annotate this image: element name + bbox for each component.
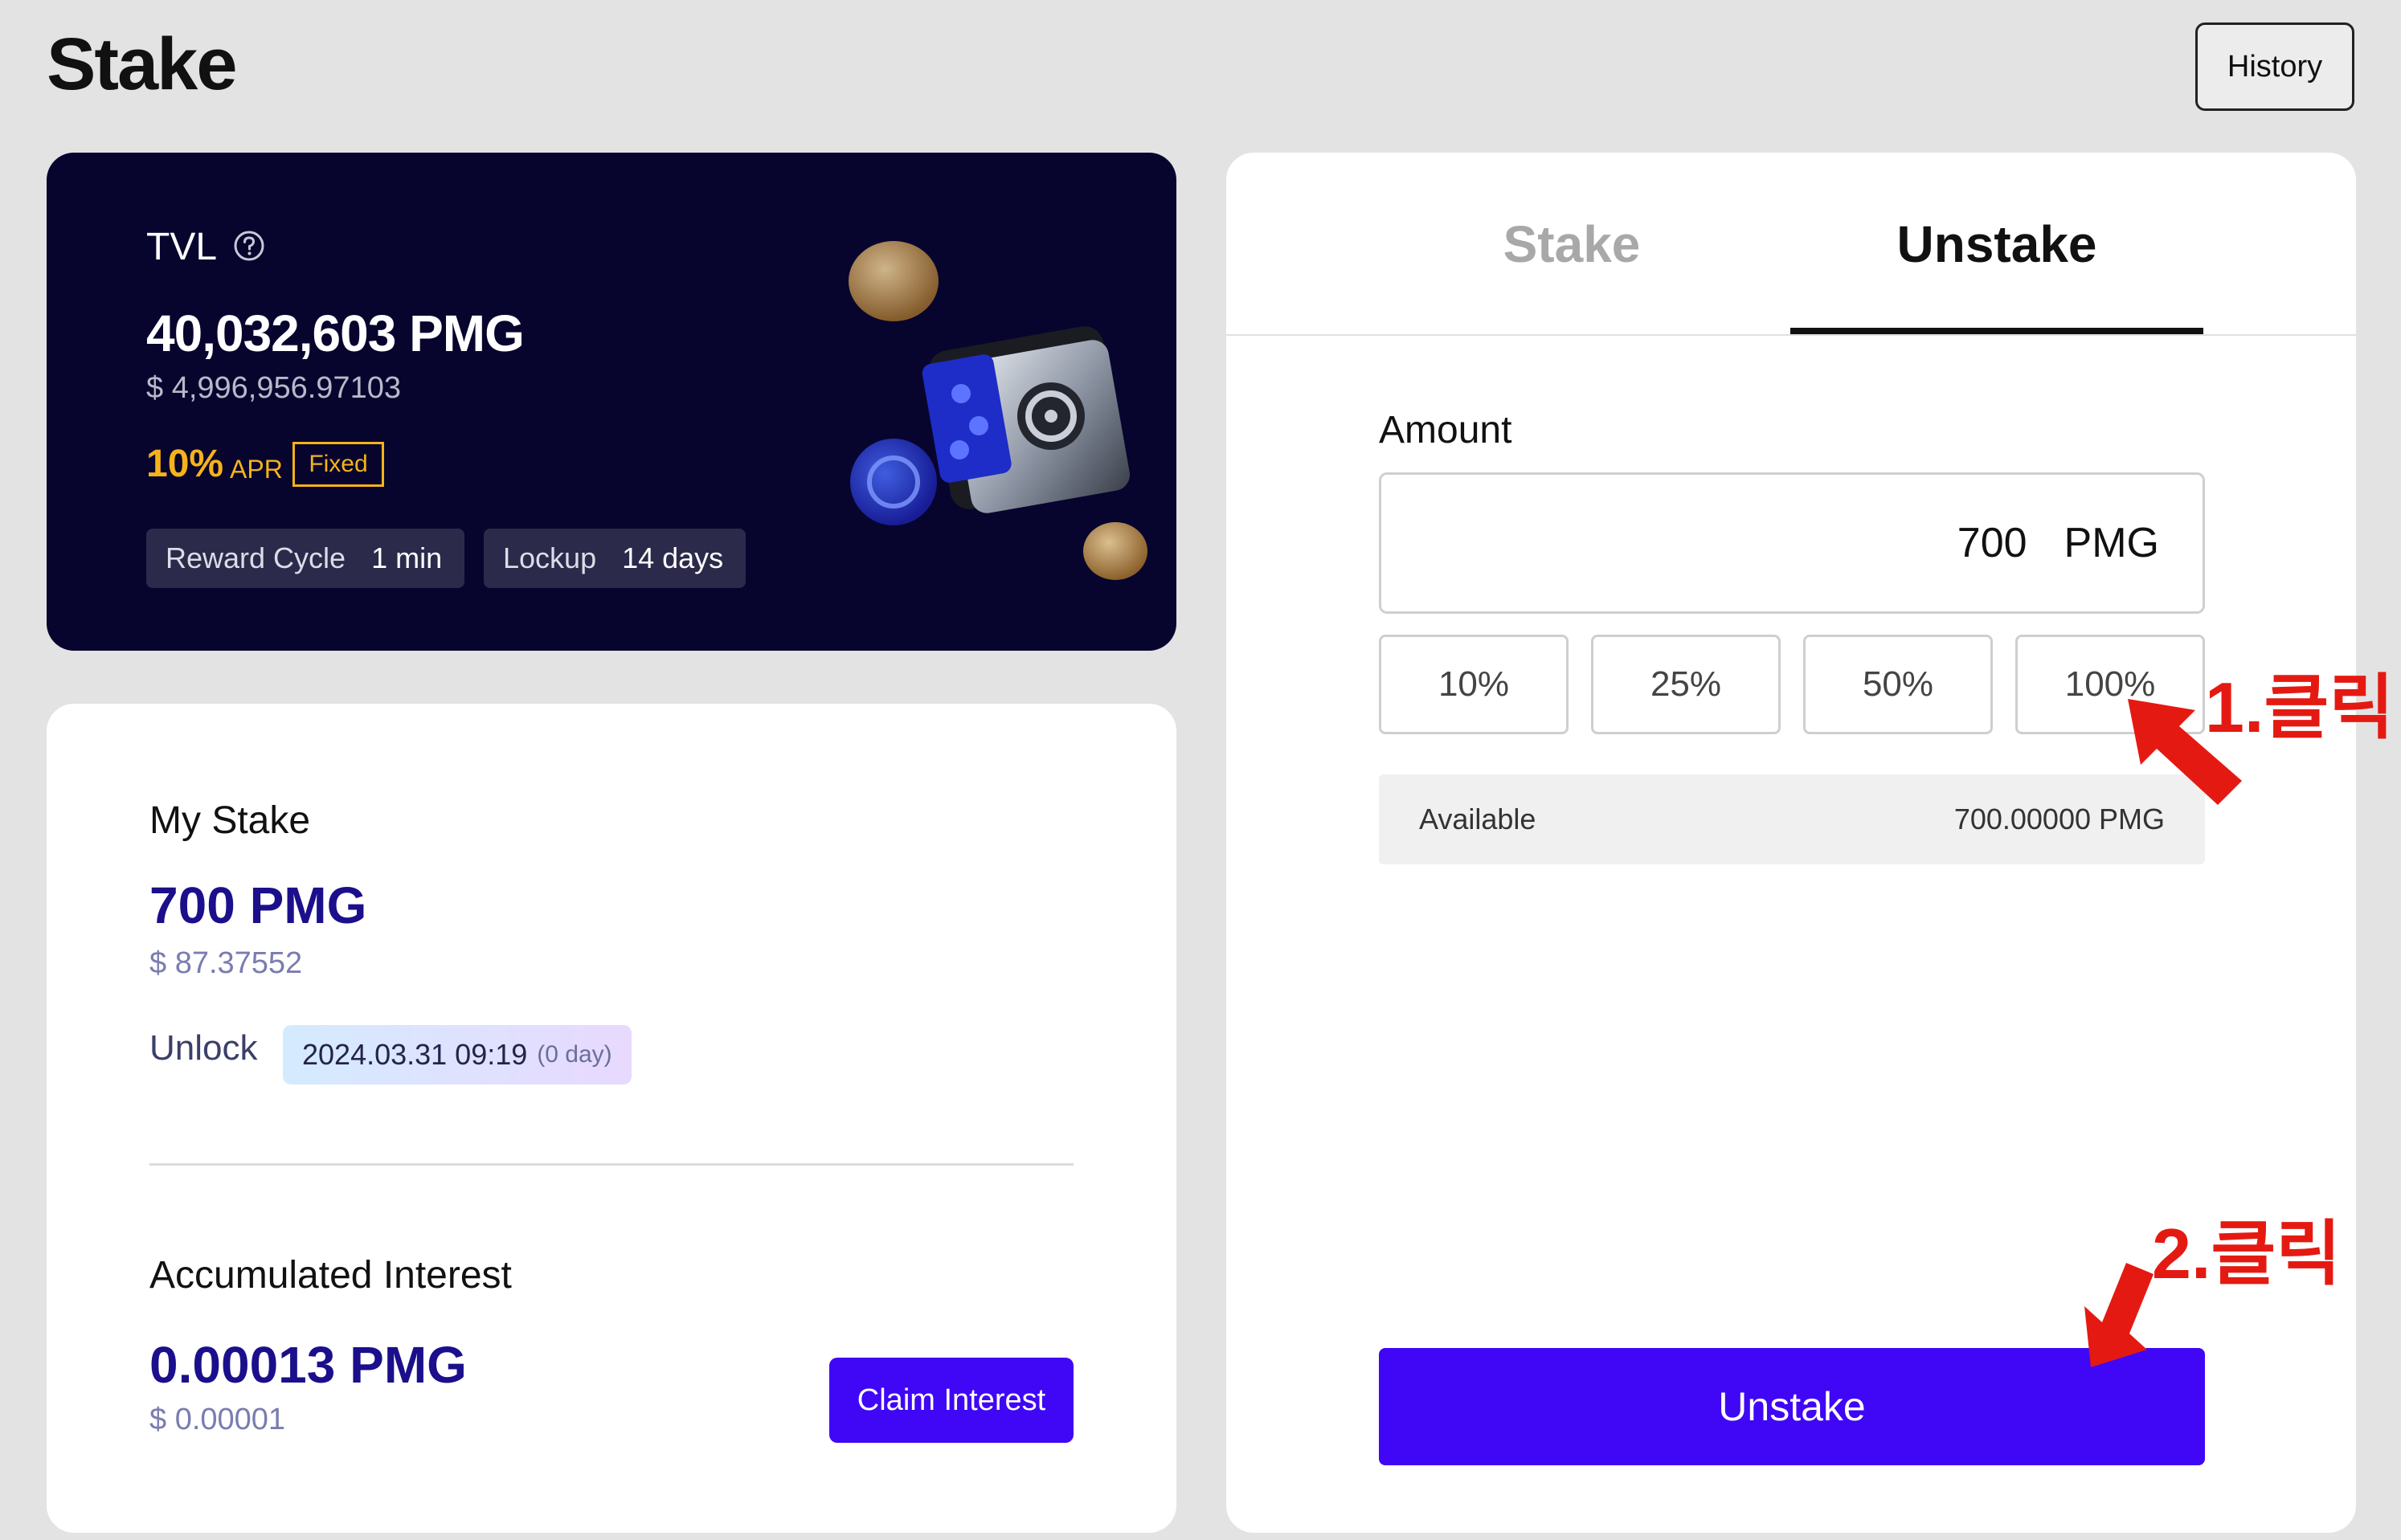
unlock-date-badge: 2024.03.31 09:19 (0 day) — [283, 1025, 632, 1085]
tab-stake[interactable]: Stake — [1371, 153, 1773, 336]
amount-unit: PMG — [2064, 520, 2159, 566]
lockup-label: Lockup — [503, 541, 597, 574]
vault-illustration — [849, 241, 1147, 580]
accumulated-interest-value: 0.00013 PMG — [149, 1336, 467, 1394]
percent-10-button[interactable]: 10% — [1379, 635, 1569, 734]
amount-input[interactable]: 700 PMG — [1379, 472, 2205, 614]
accumulated-interest-usd-value: $ 0.00001 — [149, 1403, 286, 1436]
arrow-icon — [2084, 1263, 2154, 1367]
tab-unstake[interactable]: Unstake — [1790, 153, 2203, 336]
apr-label: APR — [230, 455, 283, 484]
tvl-usd-value: $ 4,996,956.97103 — [146, 371, 401, 405]
stake-unstake-panel: Stake Unstake Amount 700 PMG 10% 25% 50%… — [1226, 153, 2356, 1533]
my-stake-label: My Stake — [149, 799, 311, 842]
amount-value: 700 — [1957, 520, 2027, 566]
percent-25-button[interactable]: 25% — [1591, 635, 1781, 734]
available-balance-row: Available 700.00000 PMG — [1379, 774, 2205, 864]
my-stake-value: 700 PMG — [149, 876, 367, 934]
lockup-value: 14 days — [622, 541, 724, 574]
history-button[interactable]: History — [2195, 22, 2354, 111]
claim-interest-button[interactable]: Claim Interest — [829, 1358, 1074, 1443]
accumulated-interest-label: Accumulated Interest — [149, 1254, 512, 1297]
reward-cycle-value: 1 min — [371, 541, 443, 574]
percent-50-button[interactable]: 50% — [1803, 635, 1993, 734]
apr-value: 10% — [146, 443, 224, 485]
tab-divider — [1226, 334, 2356, 336]
available-label: Available — [1419, 803, 1536, 835]
unlock-days: (0 day) — [537, 1041, 612, 1068]
reward-cycle-label: Reward Cycle — [166, 541, 346, 574]
fixed-badge: Fixed — [292, 442, 384, 487]
arrow-icon — [2128, 699, 2242, 805]
help-icon[interactable] — [233, 230, 265, 262]
unlock-date: 2024.03.31 09:19 — [302, 1038, 528, 1071]
section-divider — [149, 1163, 1074, 1166]
my-stake-usd-value: $ 87.37552 — [149, 946, 303, 980]
amount-label: Amount — [1379, 409, 1512, 451]
reward-cycle-chip: Reward Cycle 1 min — [146, 529, 464, 588]
tvl-label: TVL — [146, 226, 218, 268]
lockup-chip: Lockup 14 days — [484, 529, 746, 588]
my-stake-card: My Stake 700 PMG $ 87.37552 Unlock 2024.… — [47, 704, 1176, 1533]
tvl-card: TVL 40,032,603 PMG $ 4,996,956.97103 10%… — [47, 153, 1176, 651]
page-title: Stake — [47, 23, 237, 105]
tvl-value: 40,032,603 PMG — [146, 304, 525, 362]
annotation-step-2: 2.클릭 — [2152, 1214, 2342, 1293]
unlock-label: Unlock — [149, 1028, 258, 1068]
